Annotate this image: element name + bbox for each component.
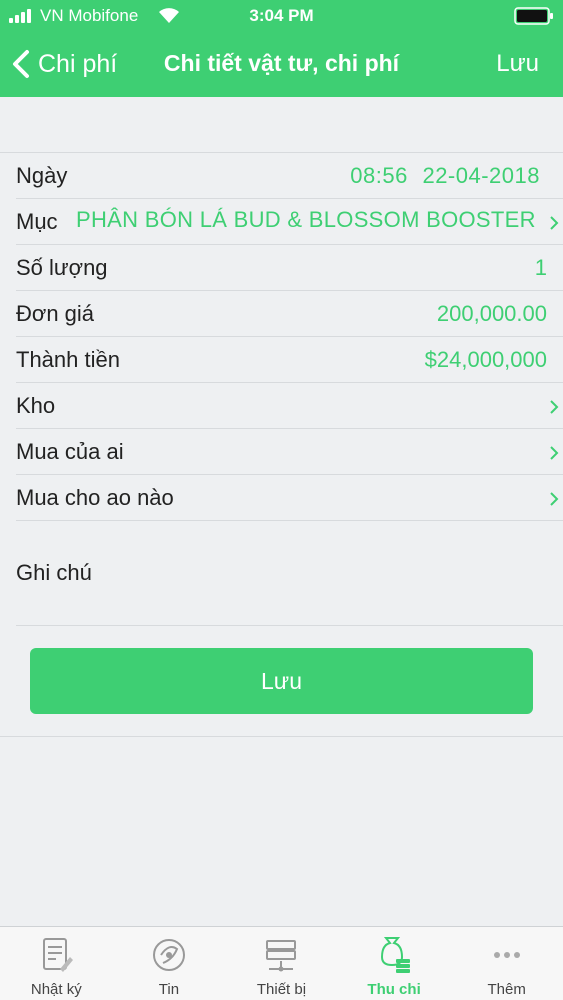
divider — [0, 736, 563, 737]
back-button[interactable]: Chi phí — [10, 44, 117, 84]
money-icon — [381, 937, 411, 973]
header-save-button[interactable]: Lưu — [496, 50, 539, 78]
total-row: Thành tiền $24,000,000 — [16, 337, 563, 383]
quantity-label: Số lượng — [16, 255, 108, 280]
total-value: $24,000,000 — [424, 347, 547, 372]
chevron-right-icon — [550, 216, 559, 230]
tab-finance[interactable]: Thu chi — [338, 927, 451, 1000]
date-value[interactable]: 08:56 22-04-2018 — [350, 163, 540, 189]
status-time: 3:04 PM — [249, 6, 314, 25]
page-title: Chi tiết vật tư, chi phí — [163, 50, 400, 76]
bought-from-row[interactable]: Mua của ai — [16, 429, 563, 475]
bought-from-label: Mua của ai — [16, 439, 124, 464]
nav-header: VN Mobifone 3:04 PM Chi phí Chi tiết vật… — [0, 0, 563, 97]
note-label: Ghi chú — [16, 560, 92, 585]
tab-label: Thu chi — [367, 981, 421, 998]
unit-price-row[interactable]: Đơn giá 200,000.00 — [16, 291, 563, 337]
tab-more[interactable]: Thêm — [450, 927, 563, 1000]
tab-journal[interactable]: Nhật ký — [0, 927, 113, 1000]
journal-icon — [43, 938, 74, 972]
bought-for-row[interactable]: Mua cho ao nào — [16, 475, 563, 521]
unit-price-value[interactable]: 200,000.00 — [437, 301, 547, 327]
tab-bar: Nhật ký Tin Thiết bị Thu chi Thêm — [0, 926, 563, 1000]
news-icon — [152, 939, 185, 971]
chevron-right-icon — [550, 492, 559, 506]
save-button[interactable]: Lưu — [30, 648, 533, 714]
tab-news[interactable]: Tin — [113, 927, 226, 1000]
tab-label: Nhật ký — [30, 981, 82, 998]
category-label: Mục — [16, 209, 58, 234]
date-label: Ngày — [16, 163, 68, 188]
category-row[interactable]: Mục PHÂN BÓN LÁ BUD & BLOSSOM BOOSTER — [16, 199, 563, 245]
time-value: 08:56 — [350, 163, 408, 188]
quantity-row[interactable]: Số lượng 1 — [16, 245, 563, 291]
total-label: Thành tiền — [16, 347, 120, 372]
date-row[interactable]: Ngày 08:56 22-04-2018 — [16, 153, 563, 199]
back-label: Chi phí — [38, 49, 118, 78]
date-text: 22-04-2018 — [422, 163, 540, 188]
detail-list: Ngày 08:56 22-04-2018 Mục PHÂN BÓN LÁ BU… — [0, 152, 563, 521]
tab-label: Tin — [158, 981, 180, 998]
note-field[interactable]: Ghi chú — [16, 520, 563, 626]
category-value: PHÂN BÓN LÁ BUD & BLOSSOM BOOSTER — [76, 207, 536, 232]
more-icon — [493, 952, 520, 958]
device-icon — [266, 940, 297, 972]
warehouse-label: Kho — [16, 393, 56, 418]
chevron-right-icon — [550, 446, 559, 460]
quantity-value[interactable]: 1 — [535, 255, 547, 281]
warehouse-row[interactable]: Kho — [16, 383, 563, 429]
tab-devices[interactable]: Thiết bị — [225, 927, 338, 1000]
chevron-left-icon — [13, 50, 29, 78]
status-bar: VN Mobifone 3:04 PM — [0, 0, 563, 32]
battery-icon — [514, 7, 553, 25]
chevron-right-icon — [550, 400, 559, 414]
bought-for-label: Mua cho ao nào — [16, 485, 174, 510]
unit-price-label: Đơn giá — [16, 301, 95, 326]
tab-label: Thêm — [487, 981, 526, 998]
tab-label: Thiết bị — [256, 981, 307, 998]
